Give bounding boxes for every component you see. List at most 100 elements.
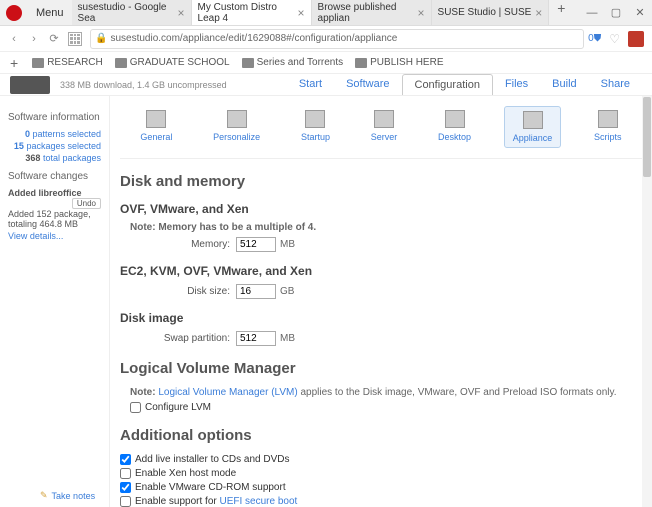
appliance-icon [523,111,543,129]
subheading-ovf: OVF, VMware, and Xen [120,202,642,216]
memory-unit: MB [280,239,295,250]
xen-host-checkbox[interactable] [120,468,131,479]
section-additional: Additional options [120,427,642,444]
minimize-button[interactable]: — [580,1,604,25]
folder-icon [355,58,367,68]
lvm-note: Note: Logical Volume Manager (LVM) appli… [130,387,642,398]
memory-input[interactable] [236,237,276,252]
reload-button[interactable]: ⟳ [44,29,64,49]
lvm-link[interactable]: Logical Volume Manager (LVM) [158,387,297,398]
swap-label: Swap partition: [130,333,230,344]
live-installer-checkbox[interactable] [120,454,131,465]
subtab-startup[interactable]: Startup [293,106,338,148]
swap-input[interactable] [236,331,276,346]
configure-lvm-checkbox[interactable] [130,402,141,413]
bookmark-folder[interactable]: PUBLISH HERE [351,57,447,68]
subtab-appliance[interactable]: Appliance [504,106,562,148]
subtab-server[interactable]: Server [363,106,406,148]
nav-build[interactable]: Build [540,74,588,95]
shield-badge[interactable]: 0⛊ [588,33,601,44]
browser-tab[interactable]: SUSE Studio | SUSE× [432,0,550,25]
uefi-checkbox[interactable] [120,496,131,507]
bookmark-folder[interactable]: GRADUATE SCHOOL [111,57,234,68]
server-icon [374,110,394,128]
section-disk-memory: Disk and memory [120,173,642,190]
tab-label: Browse published applian [318,2,414,24]
opt3-label: Enable VMware CD-ROM support [135,482,286,493]
opt4-label: Enable support for UEFI secure boot [135,496,297,507]
lvm-chk-label: Configure LVM [145,402,211,413]
bookmark-heart-icon[interactable]: ♡ [609,32,620,46]
added-lib: Added libreoffice [8,188,82,198]
packages-selected-line: 15 packages selected [8,141,101,151]
subtab-scripts[interactable]: Scripts [586,106,630,148]
personalize-icon [227,110,247,128]
sidebar-heading: Software changes [8,171,101,182]
vmware-cdrom-checkbox[interactable] [120,482,131,493]
appliance-thumbnail [10,76,50,94]
subtab-desktop[interactable]: Desktop [430,106,479,148]
section-lvm: Logical Volume Manager [120,360,642,377]
opt2-label: Enable Xen host mode [135,468,236,479]
pencil-icon: ✎ [40,490,48,501]
nav-files[interactable]: Files [493,74,540,95]
total-packages-line: 368 total packages [8,153,101,163]
bookmark-folder[interactable]: Series and Torrents [238,57,348,68]
browser-tab[interactable]: susestudio - Google Sea × [72,0,192,25]
memory-note: Note: Memory has to be a multiple of 4. [130,222,642,233]
browser-tab[interactable]: Browse published applian × [312,0,432,25]
memory-label: Memory: [130,239,230,250]
browser-tab[interactable]: My Custom Distro Leap 4 × [192,0,312,25]
disk-label: Disk size: [130,286,230,297]
nav-software[interactable]: Software [334,74,401,95]
close-icon[interactable]: × [418,6,425,20]
forward-button[interactable]: › [24,29,44,49]
bookmark-folder[interactable]: RESEARCH [28,57,107,68]
subheading-ec2: EC2, KVM, OVF, VMware, and Xen [120,264,642,278]
sidebar-heading: Software information [8,112,101,123]
close-icon[interactable]: × [178,6,185,20]
undo-button[interactable]: Undo [72,198,101,209]
opera-icon[interactable] [6,5,22,21]
subtab-personalize[interactable]: Personalize [205,106,268,148]
folder-icon [115,58,127,68]
scripts-icon [598,110,618,128]
view-details-link[interactable]: View details... [8,231,101,241]
close-button[interactable]: ✕ [628,1,652,25]
tab-label: susestudio - Google Sea [78,2,174,24]
back-button[interactable]: ‹ [4,29,24,49]
add-bookmark-button[interactable]: + [4,55,24,71]
opt1-label: Add live installer to CDs and DVDs [135,454,290,465]
nav-start[interactable]: Start [287,74,334,95]
url-text: susestudio.com/appliance/edit/1629088#/c… [110,33,579,44]
menu-button[interactable]: Menu [28,7,72,19]
startup-icon [305,110,325,128]
uefi-link[interactable]: UEFI secure boot [220,496,298,507]
general-icon [146,110,166,128]
maximize-button[interactable]: ▢ [604,1,628,25]
folder-icon [242,58,254,68]
patterns-line: 0 patterns selected [8,129,101,139]
address-bar[interactable]: 🔒 susestudio.com/appliance/edit/1629088#… [90,29,584,49]
desktop-icon [445,110,465,128]
subtab-general[interactable]: General [132,106,180,148]
folder-icon [32,58,44,68]
close-icon[interactable]: × [535,6,542,20]
tab-label: SUSE Studio | SUSE [438,7,532,18]
new-tab-button[interactable]: + [549,0,573,25]
extension-icon[interactable] [628,31,644,47]
nav-share[interactable]: Share [589,74,642,95]
disk-unit: GB [280,286,294,297]
nav-configuration[interactable]: Configuration [402,74,493,95]
subheading-disk-image: Disk image [120,311,642,325]
download-info: 338 MB download, 1.4 GB uncompressed [60,80,227,90]
scroll-thumb[interactable] [643,97,651,177]
tab-label: My Custom Distro Leap 4 [198,2,294,24]
swap-unit: MB [280,333,295,344]
close-icon[interactable]: × [298,6,305,20]
scrollbar[interactable] [642,96,652,507]
lock-icon: 🔒 [95,33,107,44]
take-notes-link[interactable]: ✎Take notes [40,490,95,501]
speed-dial-button[interactable] [68,32,82,46]
disk-input[interactable] [236,284,276,299]
